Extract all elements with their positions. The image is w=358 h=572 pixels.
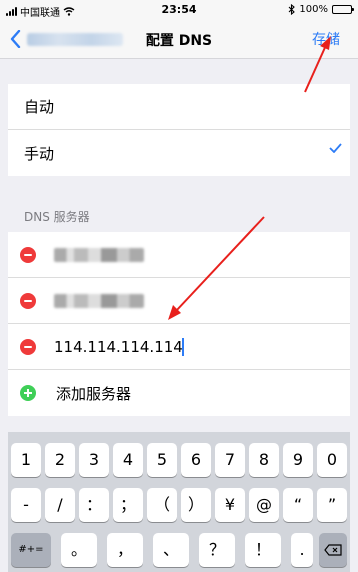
key-right-quote[interactable]: ”: [317, 488, 347, 522]
status-right: 100%: [288, 4, 354, 15]
checkmark-icon: [329, 143, 342, 153]
key-semicolon[interactable]: ；: [113, 488, 143, 522]
delete-server-icon[interactable]: [20, 246, 36, 263]
server-address-blurred: [54, 247, 144, 262]
key-3[interactable]: 3: [79, 443, 109, 477]
server-row-new[interactable]: [8, 324, 350, 370]
key-9[interactable]: 9: [283, 443, 313, 477]
mode-label-manual: 手动: [24, 144, 55, 163]
key-slash[interactable]: /: [45, 488, 75, 522]
mode-option-manual[interactable]: 手动: [8, 130, 350, 176]
key-right-paren[interactable]: ）: [181, 488, 211, 522]
backspace-icon: [324, 544, 342, 556]
key-yen[interactable]: ¥: [215, 488, 245, 522]
mode-label-auto: 自动: [24, 98, 55, 116]
numeric-keyboard: 1 2 3 4 5 6 7 8 9 0 - / ： ； （ ） ¥ @ “ ” …: [8, 432, 350, 572]
key-0[interactable]: 0: [317, 443, 347, 477]
key-at[interactable]: @: [249, 488, 279, 522]
server-address-blurred: [54, 293, 144, 308]
page-title: 配置 DNS: [145, 33, 213, 49]
key-left-quote[interactable]: “: [283, 488, 313, 522]
nav-bar: 配置 DNS 存储: [0, 20, 358, 59]
save-button[interactable]: 存储: [312, 29, 340, 49]
key-6[interactable]: 6: [181, 443, 211, 477]
server-row-1[interactable]: [8, 232, 350, 278]
key-8[interactable]: 8: [249, 443, 279, 477]
text-cursor: [182, 338, 184, 356]
delete-server-icon[interactable]: [20, 292, 36, 309]
key-7[interactable]: 7: [215, 443, 245, 477]
dns-servers-header: DNS 服务器: [24, 210, 90, 224]
battery-percent: 100%: [299, 4, 328, 15]
mode-option-auto[interactable]: 自动: [8, 84, 350, 130]
bluetooth-icon: [289, 4, 296, 15]
add-server-icon[interactable]: [20, 385, 36, 401]
key-5[interactable]: 5: [147, 443, 177, 477]
dns-mode-group: 自动 手动: [8, 84, 350, 176]
add-server-row[interactable]: 添加服务器: [8, 370, 350, 416]
key-left-paren[interactable]: （: [147, 488, 177, 522]
delete-server-icon[interactable]: [20, 338, 36, 355]
key-1[interactable]: 1: [11, 443, 41, 477]
dns-servers-group: 添加服务器: [8, 232, 350, 416]
key-hyphen[interactable]: -: [11, 488, 41, 522]
add-server-label: 添加服务器: [56, 384, 132, 403]
key-2[interactable]: 2: [45, 443, 75, 477]
status-bar: 中国联通 23:54 100%: [0, 0, 358, 20]
server-row-2[interactable]: [8, 278, 350, 324]
key-4[interactable]: 4: [113, 443, 143, 477]
battery-icon: [332, 5, 354, 14]
key-colon[interactable]: ：: [79, 488, 109, 522]
